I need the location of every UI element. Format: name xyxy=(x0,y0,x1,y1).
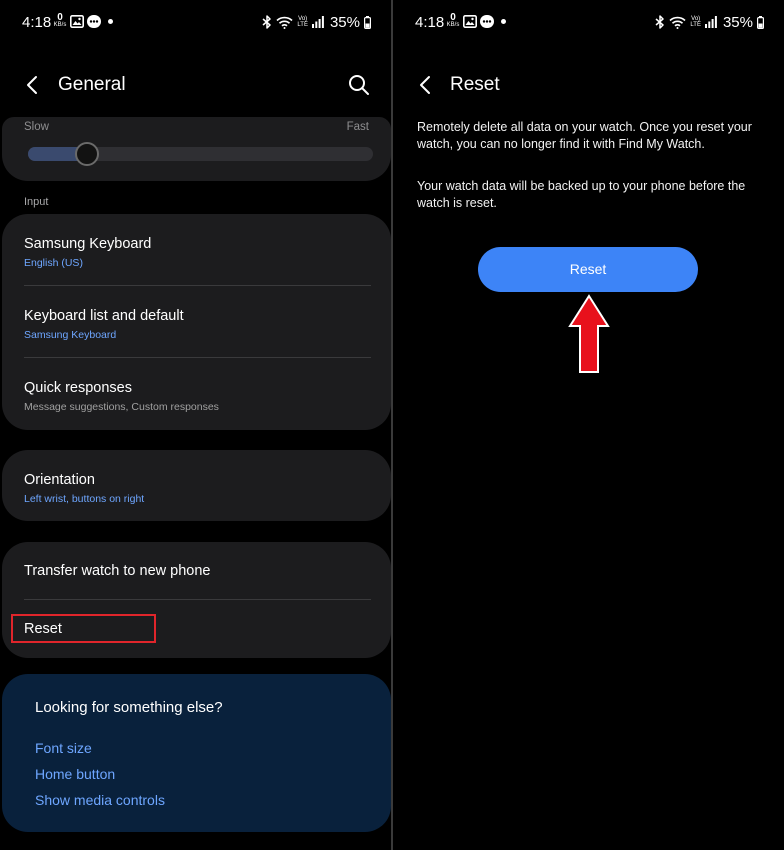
gallery-icon xyxy=(463,15,477,28)
backup-note: Your watch data will be backed up to you… xyxy=(417,179,746,210)
list-item-subtitle: Message suggestions, Custom responses xyxy=(24,401,219,413)
slider-max-label: Fast xyxy=(346,121,369,133)
list-item-transfer-watch[interactable]: Transfer watch to new phone xyxy=(24,563,371,579)
search-icon[interactable] xyxy=(347,73,371,97)
general-settings-screen: 4:18 0 KB/s Vo) LTE 35% General Slow Fas… xyxy=(0,0,391,850)
list-item-quick-responses[interactable]: Quick responses Message suggestions, Cus… xyxy=(24,380,371,413)
speed-slider-card: Slow Fast xyxy=(2,117,391,181)
status-right-group: Vo) LTE 35% xyxy=(262,12,371,32)
help-link-home-button[interactable]: Home button xyxy=(35,766,115,782)
list-item-title: Orientation xyxy=(24,472,95,488)
help-card: Looking for something else? Font size Ho… xyxy=(2,674,391,832)
reset-screen: 4:18 0 KB/s Vo) LTE 35% Reset Remotely d… xyxy=(393,0,784,850)
chat-icon xyxy=(87,15,101,28)
wifi-icon xyxy=(276,16,293,29)
speed-slider-thumb[interactable] xyxy=(74,142,99,166)
divider xyxy=(24,285,371,286)
reset-description: Remotely delete all data on your watch. … xyxy=(417,120,752,151)
volte-bottom: LTE xyxy=(297,22,308,28)
chat-icon xyxy=(480,15,494,28)
app-bar: General xyxy=(0,60,391,110)
list-item-title: Quick responses xyxy=(24,380,132,396)
list-item-subtitle: Samsung Keyboard xyxy=(24,329,117,341)
battery-percent: 35% xyxy=(722,13,753,31)
reset-highlight-annotation xyxy=(11,614,156,643)
reset-button[interactable]: Reset xyxy=(478,247,698,292)
slider-labels: Slow Fast xyxy=(24,121,369,133)
status-bar: 4:18 0 KB/s Vo) LTE 35% xyxy=(0,0,391,44)
bluetooth-icon xyxy=(262,15,272,29)
list-item-orientation[interactable]: Orientation Left wrist, buttons on right xyxy=(24,472,371,505)
up-arrow-annotation-icon xyxy=(568,294,610,373)
divider xyxy=(24,599,371,600)
volte-indicator: Vo) LTE xyxy=(297,16,308,28)
battery-percent: 35% xyxy=(329,13,360,31)
network-speed: 0 KB/s xyxy=(445,13,461,29)
battery-icon xyxy=(364,15,371,29)
back-chevron-icon[interactable] xyxy=(22,74,44,96)
page-title: General xyxy=(58,74,126,95)
signal-icon xyxy=(311,16,324,28)
volte-bottom: LTE xyxy=(690,22,701,28)
divider xyxy=(24,357,371,358)
app-bar: Reset xyxy=(393,60,784,110)
bluetooth-icon xyxy=(655,15,665,29)
list-item-subtitle: English (US) xyxy=(24,257,83,269)
input-settings-card: Samsung Keyboard English (US) Keyboard l… xyxy=(2,214,391,430)
list-item-title: Samsung Keyboard xyxy=(24,236,152,252)
notification-dot-icon xyxy=(108,19,113,24)
slider-min-label: Slow xyxy=(24,121,49,133)
network-speed-unit: KB/s xyxy=(446,22,460,28)
list-item-subtitle: Left wrist, buttons on right xyxy=(24,493,145,505)
network-speed: 0 KB/s xyxy=(52,13,68,29)
network-speed-value: 0 xyxy=(57,12,63,23)
page-title: Reset xyxy=(450,74,500,95)
battery-icon xyxy=(757,15,764,29)
status-time: 4:18 xyxy=(22,14,52,31)
signal-icon xyxy=(704,16,717,28)
help-link-media-controls[interactable]: Show media controls xyxy=(35,792,165,808)
list-item-samsung-keyboard[interactable]: Samsung Keyboard English (US) xyxy=(24,236,371,269)
volte-indicator: Vo) LTE xyxy=(690,16,701,28)
list-item-title: Keyboard list and default xyxy=(24,308,184,324)
back-chevron-icon[interactable] xyxy=(415,74,437,96)
help-title: Looking for something else? xyxy=(35,699,223,716)
network-speed-value: 0 xyxy=(450,12,456,23)
status-right-group: Vo) LTE 35% xyxy=(655,12,764,32)
list-item-keyboard-list[interactable]: Keyboard list and default Samsung Keyboa… xyxy=(24,308,371,341)
wifi-icon xyxy=(669,16,686,29)
speed-slider-track[interactable] xyxy=(28,142,373,166)
status-bar: 4:18 0 KB/s Vo) LTE 35% xyxy=(393,0,784,44)
help-link-font-size[interactable]: Font size xyxy=(35,740,92,756)
list-item-title: Transfer watch to new phone xyxy=(24,563,211,579)
notification-dot-icon xyxy=(501,19,506,24)
section-label-input: Input xyxy=(24,196,49,208)
gallery-icon xyxy=(70,15,84,28)
status-time: 4:18 xyxy=(415,14,445,31)
network-speed-unit: KB/s xyxy=(53,22,67,28)
orientation-card: Orientation Left wrist, buttons on right xyxy=(2,450,391,521)
